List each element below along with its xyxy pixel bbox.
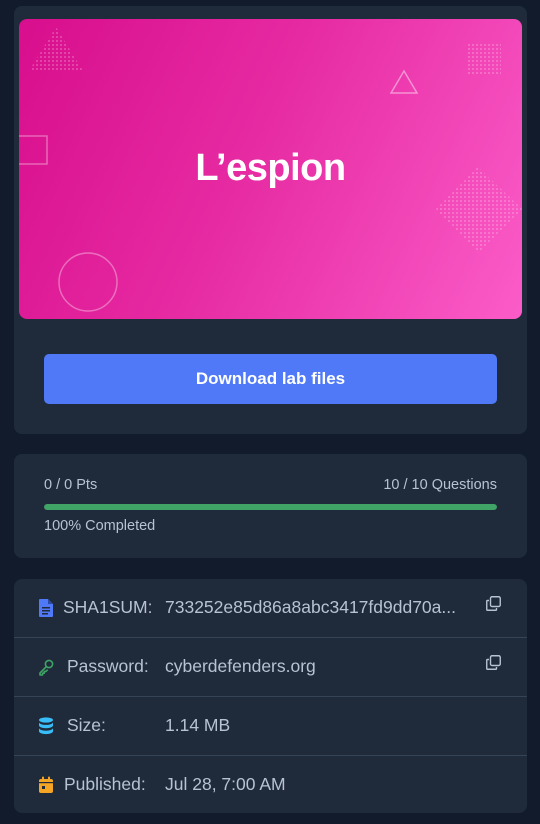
lab-details-card: SHA1SUM: 733252e85d86a8abc3417fd9dd70a..… — [14, 579, 527, 813]
sha1sum-label: SHA1SUM: — [63, 597, 153, 617]
key-icon — [39, 659, 54, 676]
lab-title: L’espion — [195, 147, 346, 189]
completed-text: 100% Completed — [44, 518, 156, 534]
size-label: Size: — [67, 715, 106, 735]
published-row: Published: Jul 28, 7:00 AM — [14, 756, 527, 814]
lab-banner-image: L’espion — [19, 19, 522, 319]
password-row: Password: cyberdefenders.org — [14, 638, 527, 697]
progress-card: 0 / 0 Pts 10 / 10 Questions 100% Complet… — [14, 454, 527, 558]
calendar-icon — [39, 776, 53, 793]
lab-header-card: L’espion Download lab files — [14, 6, 527, 434]
password-value: cyberdefenders.org — [165, 656, 316, 676]
questions-text: 10 / 10 Questions — [383, 477, 497, 493]
password-label: Password: — [67, 656, 149, 676]
points-text: 0 / 0 Pts — [44, 477, 98, 493]
progress-bar-fill — [44, 504, 497, 510]
copy-sha1-icon[interactable] — [486, 596, 501, 611]
download-lab-files-button[interactable]: Download lab files — [44, 354, 497, 404]
size-value: 1.14 MB — [165, 715, 231, 735]
progress-bar — [44, 504, 497, 510]
size-row: Size: 1.14 MB — [14, 697, 527, 756]
file-icon — [39, 599, 53, 617]
published-label: Published: — [64, 774, 146, 794]
database-icon — [39, 717, 53, 735]
progress-header: 0 / 0 Pts 10 / 10 Questions — [44, 477, 497, 493]
published-value: Jul 28, 7:00 AM — [165, 774, 286, 794]
copy-password-icon[interactable] — [486, 655, 501, 670]
sha1sum-value: 733252e85d86a8abc3417fd9dd70a... — [165, 597, 456, 617]
sha1sum-row: SHA1SUM: 733252e85d86a8abc3417fd9dd70a..… — [14, 579, 527, 638]
